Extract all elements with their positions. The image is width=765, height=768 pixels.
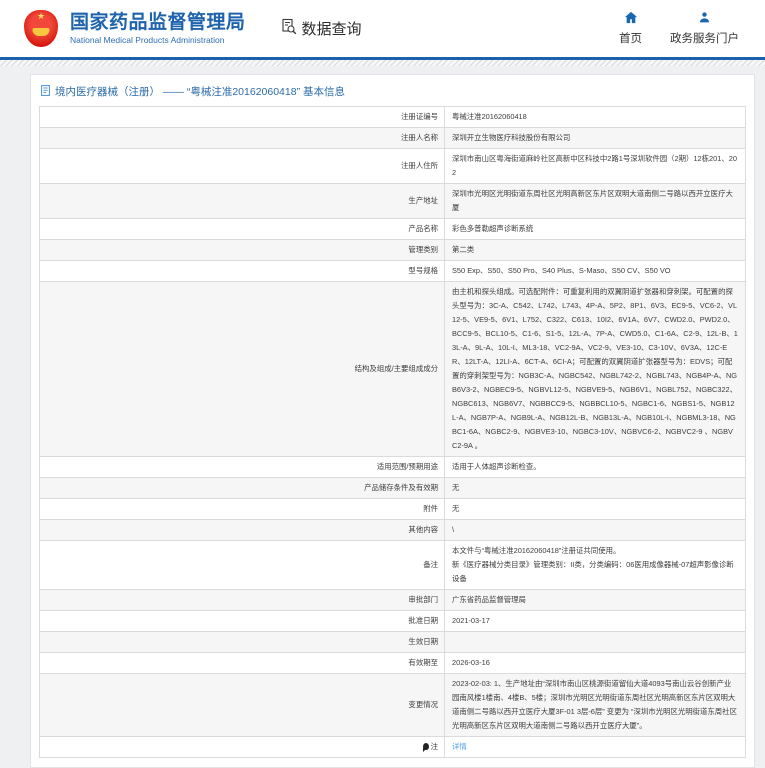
row-value — [444, 631, 746, 653]
row-label: 注册人住所 — [39, 148, 445, 184]
table-row: 生产地址 深圳市光明区光明街道东周社区光明高新区东片区双明大道南侧二号路以西开立医… — [39, 183, 746, 219]
row-label: 生效日期 — [39, 631, 445, 653]
details-link[interactable]: 详情 — [452, 742, 467, 751]
nav-home-label: 首页 — [619, 33, 642, 45]
table-row: 审批部门 广东省药品监督管理局 — [39, 589, 746, 611]
row-value: 2021-03-17 — [444, 610, 746, 632]
page-title-text: 境内医疗器械（注册） —— “粤械注准20162060418” 基本信息 — [55, 86, 345, 98]
row-label: 审批部门 — [39, 589, 445, 611]
agency-logo: 国家药品监督管理局 National Medical Products Admi… — [24, 10, 246, 47]
row-value: 2026-03-16 — [444, 652, 746, 674]
row-value: S50 Exp、S50、S50 Pro、S40 Plus、S-Maso、S50 … — [444, 260, 746, 282]
page-title: 境内医疗器械（注册） —— “粤械注准20162060418” 基本信息 — [39, 80, 746, 106]
home-icon — [624, 11, 638, 27]
row-value: 粤械注准20162060418 — [444, 106, 746, 128]
row-value: 无 — [444, 498, 746, 520]
registration-info-table: 注册证编号 粤械注准20162060418 注册人名称 深圳开立生物医疗科技股份有限公… — [39, 106, 746, 758]
row-label: 型号规格 — [39, 260, 445, 282]
table-row: 生效日期 — [39, 631, 746, 653]
row-value: 深圳开立生物医疗科技股份有限公司 — [444, 127, 746, 149]
row-label: 产品储存条件及有效期 — [39, 477, 445, 499]
row-value-line: 新《医疗器械分类目录》管理类别：II类，分类编码：06医用成像器械-07超声影像… — [452, 560, 734, 583]
row-label: 备注 — [39, 540, 445, 590]
table-row: 变更情况 2023-02-03: 1、生产地址由“深圳市南山区桃源街道留仙大道40… — [39, 673, 746, 737]
row-value: 详情 — [444, 736, 746, 758]
agency-title-block: 国家药品监督管理局 National Medical Products Admi… — [70, 12, 246, 45]
row-label: 其他内容 — [39, 519, 445, 541]
row-label: 注册人名称 — [39, 127, 445, 149]
data-query-label: 数据查询 — [301, 21, 362, 38]
table-row: 有效期至 2026-03-16 — [39, 652, 746, 674]
row-value: \ — [444, 519, 746, 541]
data-query-section[interactable]: 数据查询 — [280, 18, 362, 39]
row-label: 附件 — [39, 498, 445, 520]
nav-portal[interactable]: 政务服务门户 — [670, 11, 739, 46]
header-nav: 首页 政务服务门户 — [619, 11, 741, 46]
row-value: 由主机和探头组成。可选配附件：可重复利用的双翼阴道扩张器和穿刺架。可配置的探头型… — [444, 281, 746, 457]
row-label: 注 — [39, 736, 445, 758]
row-label: 有效期至 — [39, 652, 445, 674]
table-row: 注详情 — [39, 736, 746, 758]
table-row: 产品储存条件及有效期无 — [39, 477, 746, 499]
table-row: 附件无 — [39, 498, 746, 520]
nav-home[interactable]: 首页 — [619, 11, 642, 46]
row-label: 变更情况 — [39, 673, 445, 737]
content-panel: 境内医疗器械（注册） —— “粤械注准20162060418” 基本信息 注册证… — [30, 74, 755, 768]
table-row: 注册人名称 深圳开立生物医疗科技股份有限公司 — [39, 127, 746, 149]
table-row: 适用范围/预期用途 适用于人体超声诊断检查。 — [39, 456, 746, 478]
table-row: 结构及组成/主要组成成分 由主机和探头组成。可选配附件：可重复利用的双翼阴道扩张器… — [39, 281, 746, 457]
row-value: 深圳市光明区光明街道东周社区光明高新区东片区双明大道南侧二号路以西开立医疗大厦 — [444, 183, 746, 219]
row-value: 深圳市南山区粤海街道麻岭社区高新中区科技中2路1号深圳软件园（2期）12栋201… — [444, 148, 746, 184]
row-value: 适用于人体超声诊断检查。 — [444, 456, 746, 478]
row-label: 批准日期 — [39, 610, 445, 632]
row-value-line: 本文件与“粤械注准20162060418”注册证共同使用。 — [452, 546, 621, 555]
data-query-icon — [280, 18, 297, 39]
header-divider-hatch — [0, 60, 765, 66]
row-value: 广东省药品监督管理局 — [444, 589, 746, 611]
nav-portal-label: 政务服务门户 — [670, 33, 739, 45]
person-icon — [698, 11, 711, 27]
table-row: 管理类别 第二类 — [39, 239, 746, 261]
row-label: 注册证编号 — [39, 106, 445, 128]
table-row: 产品名称 彩色多普勒超声诊断系统 — [39, 218, 746, 240]
row-value: 无 — [444, 477, 746, 499]
row-value: 第二类 — [444, 239, 746, 261]
table-row: 注册证编号 粤械注准20162060418 — [39, 106, 746, 128]
row-value: 本文件与“粤械注准20162060418”注册证共同使用。新《医疗器械分类目录》… — [444, 540, 746, 590]
table-row: 备注 本文件与“粤械注准20162060418”注册证共同使用。新《医疗器械分类目… — [39, 540, 746, 590]
table-row: 型号规格 S50 Exp、S50、S50 Pro、S40 Plus、S-Maso、… — [39, 260, 746, 282]
row-value: 彩色多普勒超声诊断系统 — [444, 218, 746, 240]
national-emblem-icon — [24, 10, 58, 47]
agency-name-en: National Medical Products Administration — [70, 35, 225, 45]
agency-name: 国家药品监督管理局 — [70, 12, 246, 33]
row-label: 生产地址 — [39, 183, 445, 219]
row-label: 产品名称 — [39, 218, 445, 240]
site-header: 国家药品监督管理局 National Medical Products Admi… — [0, 0, 765, 57]
row-label: 结构及组成/主要组成成分 — [39, 281, 445, 457]
row-label: 适用范围/预期用途 — [39, 456, 445, 478]
note-icon — [422, 743, 429, 752]
table-row: 其他内容 \ — [39, 519, 746, 541]
row-label: 管理类别 — [39, 239, 445, 261]
table-row: 批准日期 2021-03-17 — [39, 610, 746, 632]
row-value: 2023-02-03: 1、生产地址由“深圳市南山区桃源街道留仙大道4093号南… — [444, 673, 746, 737]
table-row: 注册人住所 深圳市南山区粤海街道麻岭社区高新中区科技中2路1号深圳软件园（2期）1… — [39, 148, 746, 184]
document-icon — [41, 84, 50, 99]
info-table-body: 注册证编号 粤械注准20162060418 注册人名称 深圳开立生物医疗科技股份有限公… — [39, 106, 746, 758]
